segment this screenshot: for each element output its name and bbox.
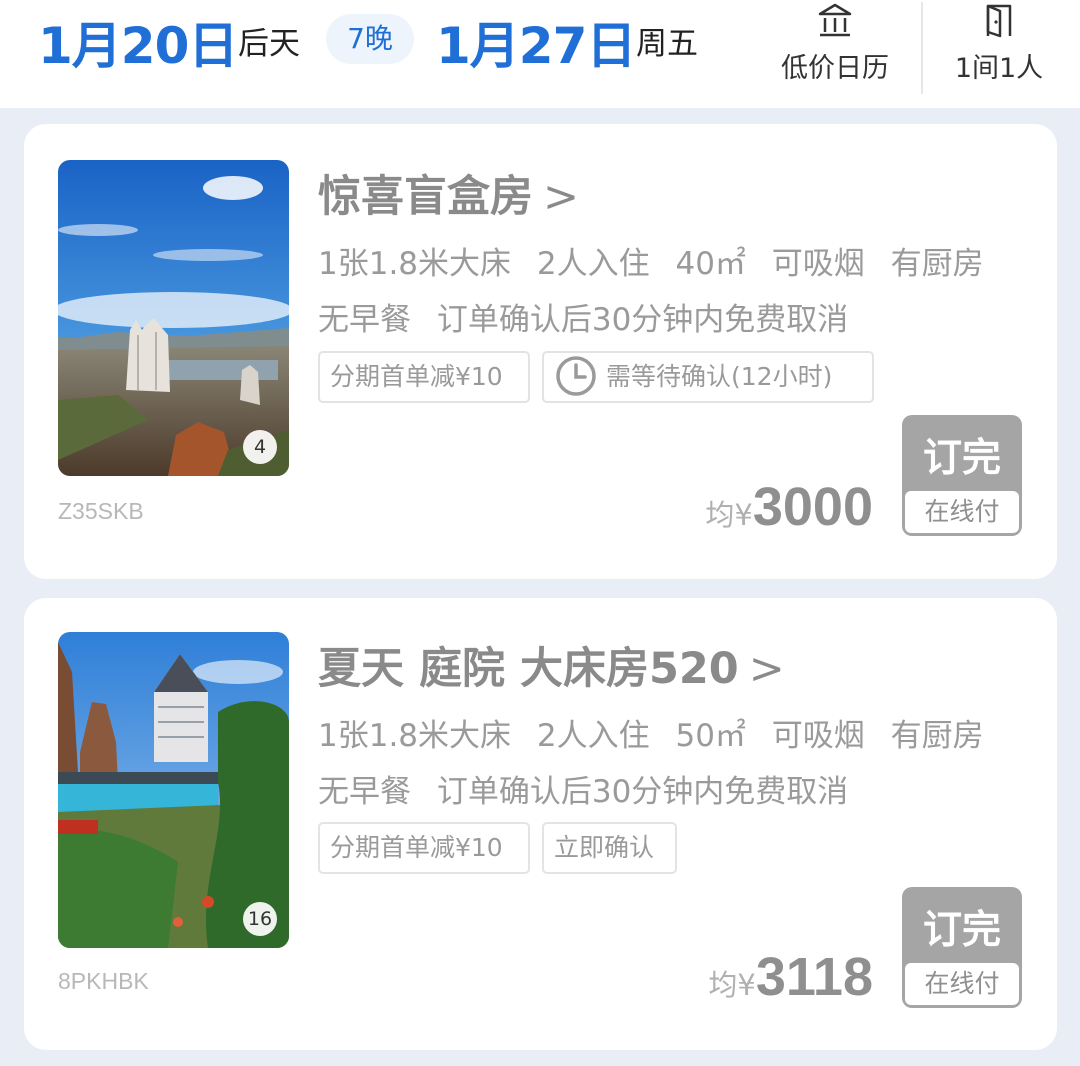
occupancy-spec: 2人入住 xyxy=(536,718,650,754)
bed-spec: 1张1.8米大床 xyxy=(318,718,512,754)
pay-online-label: 在线付 xyxy=(905,963,1019,1005)
room-guest-label: 1间1人 xyxy=(954,53,1044,84)
room-specs-line1: 1张1.8米大床 2人入住 40㎡ 可吸烟 有厨房 xyxy=(318,238,1000,283)
price-value: 3000 xyxy=(752,477,873,537)
checkout-date[interactable]: 1月27日 xyxy=(436,6,636,78)
room-specs-line1: 1张1.8米大床 2人入住 50㎡ 可吸烟 有厨房 xyxy=(318,710,1000,755)
book-button[interactable]: 订完 在线付 xyxy=(902,415,1022,536)
bed-spec: 1张1.8米大床 xyxy=(318,246,512,282)
room-title[interactable]: 夏天 庭院 大床房520 > xyxy=(318,634,785,696)
price-prefix: 均¥ xyxy=(708,968,756,1002)
room-specs-line2: 无早餐 订单确认后30分钟内免费取消 xyxy=(318,294,864,339)
kitchen-spec: 有厨房 xyxy=(890,246,984,282)
header-divider xyxy=(921,2,923,94)
area-spec: 50㎡ xyxy=(675,718,746,754)
price: 均¥3000 xyxy=(705,476,873,538)
door-icon xyxy=(986,4,1012,38)
low-price-calendar-button[interactable]: 低价日历 xyxy=(770,0,900,100)
chevron-right-icon: > xyxy=(748,644,785,694)
installment-tag: 分期首单减¥10 xyxy=(318,351,530,403)
breakfast-spec: 无早餐 xyxy=(318,302,411,338)
room-specs-line2: 无早餐 订单确认后30分钟内免费取消 xyxy=(318,766,864,811)
nights-badge: 7晚 xyxy=(326,14,414,64)
price-prefix: 均¥ xyxy=(705,498,753,532)
bank-building-icon xyxy=(818,3,852,37)
clock-icon xyxy=(556,356,596,396)
room-photo-image xyxy=(58,632,289,948)
photo-count-badge: 4 xyxy=(243,430,277,464)
checkin-date[interactable]: 1月20日 xyxy=(38,6,238,78)
area-spec: 40㎡ xyxy=(675,246,746,282)
book-button[interactable]: 订完 在线付 xyxy=(902,887,1022,1008)
confirm-wait-tag: 需等待确认(12小时) xyxy=(542,351,874,403)
room-code: 8PKHBK xyxy=(58,968,149,994)
cancel-policy: 订单确认后30分钟内免费取消 xyxy=(436,774,849,810)
instant-confirm-tag: 立即确认 xyxy=(542,822,677,874)
checkout-day: 周五 xyxy=(636,26,698,62)
date-header: 1月20日 后天 7晚 1月27日 周五 低价日历 1间1人 xyxy=(0,0,1080,108)
room-card[interactable]: 16 8PKHBK 夏天 庭院 大床房520 > 1张1.8米大床 2人入住 50… xyxy=(24,598,1057,1050)
chevron-right-icon: > xyxy=(543,172,580,222)
photo-count-badge: 16 xyxy=(243,902,277,936)
room-name: 惊喜盲盒房 xyxy=(318,172,533,222)
kitchen-spec: 有厨房 xyxy=(890,718,984,754)
confirm-wait-label: 需等待确认(12小时) xyxy=(606,362,833,391)
occupancy-spec: 2人入住 xyxy=(536,246,650,282)
room-guest-button[interactable]: 1间1人 xyxy=(940,0,1058,100)
smoking-spec: 可吸烟 xyxy=(771,718,865,754)
smoking-spec: 可吸烟 xyxy=(771,246,865,282)
cancel-policy: 订单确认后30分钟内免费取消 xyxy=(436,302,849,338)
room-photo-image xyxy=(58,160,289,476)
room-name: 夏天 庭院 大床房520 xyxy=(318,644,739,694)
room-photo[interactable]: 16 xyxy=(58,632,289,948)
low-price-calendar-label: 低价日历 xyxy=(781,53,889,84)
price-value: 3118 xyxy=(755,947,873,1007)
sold-out-label: 订完 xyxy=(922,436,1001,481)
room-photo[interactable]: 4 xyxy=(58,160,289,476)
pay-online-label: 在线付 xyxy=(905,491,1019,533)
room-code: Z35SKB xyxy=(58,498,144,524)
installment-tag: 分期首单减¥10 xyxy=(318,822,530,874)
price: 均¥3118 xyxy=(708,946,873,1008)
room-title[interactable]: 惊喜盲盒房 > xyxy=(318,162,579,224)
sold-out-label: 订完 xyxy=(922,908,1001,953)
breakfast-spec: 无早餐 xyxy=(318,774,411,810)
checkin-day: 后天 xyxy=(238,26,300,62)
room-card[interactable]: 4 Z35SKB 惊喜盲盒房 > 1张1.8米大床 2人入住 40㎡ 可吸烟 有厨… xyxy=(24,124,1057,579)
